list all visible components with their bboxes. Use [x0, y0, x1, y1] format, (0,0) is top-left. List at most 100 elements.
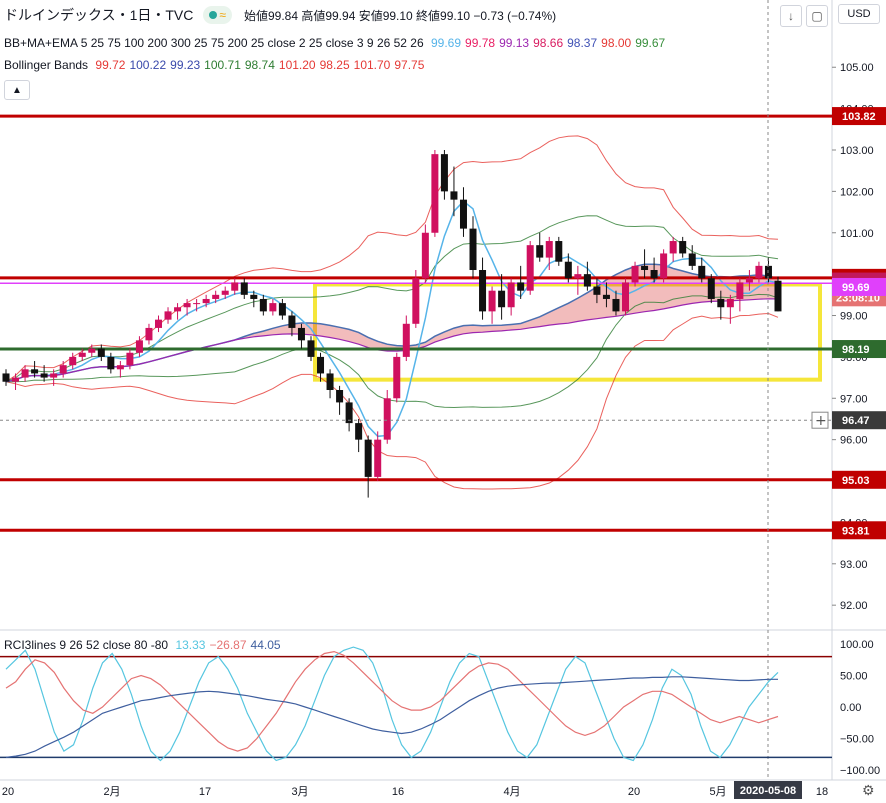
candle-body	[412, 278, 420, 324]
candle-body	[555, 241, 563, 262]
candle-body	[154, 319, 162, 328]
rci-tick-label: 0.00	[840, 702, 861, 714]
ma-legend[interactable]: BB+MA+EMA 5 25 75 100 200 300 25 75 200 …	[4, 36, 673, 50]
collapse-legend-icon[interactable]: ▲	[4, 80, 30, 100]
legend-value: 99.23	[170, 58, 201, 72]
candle-body	[431, 154, 439, 233]
rci-legend-label: RCI3lines 9 26 52 close 80 -80	[4, 638, 169, 652]
candle-body	[641, 265, 649, 270]
currency-label[interactable]: USD	[838, 4, 880, 24]
price-tick-label: 92.00	[840, 600, 868, 612]
candle-body	[336, 390, 344, 403]
candle-body	[259, 298, 267, 312]
legend-value: 99.72	[95, 58, 126, 72]
candle-body	[631, 265, 639, 283]
legend-value: 101.20	[278, 58, 316, 72]
time-tick-label: 20	[628, 786, 640, 798]
time-tick-label: 2月	[103, 786, 120, 798]
candle-body	[250, 294, 258, 299]
candle-body	[545, 241, 553, 258]
candle-body	[317, 356, 325, 374]
price-tick-label: 103.00	[840, 145, 874, 157]
legend-value: 13.33	[175, 638, 206, 652]
candle-body	[755, 265, 763, 279]
ichimoku-cloud	[6, 264, 778, 382]
price-tick-label: 96.00	[840, 435, 868, 447]
candle-body	[602, 294, 610, 299]
time-tick-label: 4月	[503, 786, 520, 798]
candle-body	[326, 373, 334, 390]
candle-body	[450, 191, 458, 200]
rci-tick-label: −50.00	[840, 734, 874, 746]
candle-body	[297, 327, 305, 341]
candle-body	[50, 373, 58, 378]
candle-body	[574, 274, 582, 279]
price-tick-label: 102.00	[840, 186, 874, 198]
candle-body	[135, 340, 143, 353]
candle-body	[479, 270, 487, 312]
legend-value: 98.37	[567, 36, 598, 50]
legend-value: 100.71	[204, 58, 241, 72]
candle-body	[679, 241, 687, 254]
candle-body	[78, 352, 86, 357]
candle-body	[402, 323, 410, 357]
legend-value: 101.70	[353, 58, 391, 72]
candle-body	[12, 377, 20, 382]
candle-body	[364, 439, 372, 477]
candle-body	[736, 282, 744, 299]
price-tag-label: 96.47	[842, 415, 870, 427]
candle-body	[69, 356, 77, 366]
candle-body	[202, 298, 210, 304]
candle-body	[650, 270, 658, 279]
fullscreen-icon[interactable]: ▢	[806, 5, 828, 27]
candle-body	[59, 365, 67, 374]
candle-body	[440, 154, 448, 192]
candle-body	[231, 282, 239, 291]
legend-value: 98.66	[533, 36, 564, 50]
rci-tick-label: 50.00	[840, 671, 868, 683]
candle-body	[459, 199, 467, 229]
ma-legend-values: 99.69 99.78 99.13 98.66 98.37 98.00 99.67	[431, 36, 669, 50]
candle-body	[593, 286, 601, 295]
time-tick-label: 17	[199, 786, 211, 798]
ma-legend-label: BB+MA+EMA 5 25 75 100 200 300 25 75 200 …	[4, 36, 424, 50]
market-open-icon	[209, 11, 218, 19]
add-alert-icon: +	[815, 413, 827, 429]
candle-body	[183, 303, 191, 308]
legend-value: 99.67	[635, 36, 666, 50]
settings-gear-icon[interactable]: ⚙	[862, 782, 875, 799]
legend-value: 99.69	[431, 36, 462, 50]
candle-body	[698, 265, 706, 279]
level-price-label: 103.82	[842, 111, 876, 123]
download-icon[interactable]: ↓	[780, 5, 802, 27]
candle-body	[745, 278, 753, 283]
rci-legend[interactable]: RCI3lines 9 26 52 close 80 -80 13.33 −26.…	[4, 638, 289, 652]
candle-body	[564, 261, 572, 279]
price-tick-label: 99.00	[840, 311, 868, 323]
price-tick-label: 105.00	[840, 62, 874, 74]
candle-body	[126, 352, 134, 366]
legend-value: 97.75	[394, 58, 425, 72]
price-tick-label: 97.00	[840, 393, 868, 405]
bb-legend[interactable]: Bollinger Bands 99.72 100.22 99.23 100.71 98…	[4, 58, 432, 72]
legend-value: 99.13	[499, 36, 530, 50]
time-tick-label: 20	[2, 786, 14, 798]
rci-legend-values: 13.33 −26.87 44.05	[175, 638, 284, 652]
level-price-label: 93.81	[842, 525, 870, 537]
price-tick-label: 101.00	[840, 228, 874, 240]
chart-canvas[interactable]: 105.00104.00103.00102.00101.00100.0099.0…	[0, 0, 886, 803]
candle-body	[498, 290, 506, 308]
delay-wave-icon: ≈	[219, 8, 226, 22]
time-tick-label: 5月	[709, 786, 726, 798]
legend-value: 100.22	[129, 58, 167, 72]
bollinger-lower-2sd	[5, 312, 779, 490]
candle-body	[116, 365, 124, 370]
symbol-title[interactable]: ドルインデックス・1日・TVC	[4, 5, 193, 25]
ma5-line	[5, 200, 779, 438]
candle-body	[374, 439, 382, 477]
candle-body	[726, 298, 734, 308]
legend-value: −26.87	[209, 638, 247, 652]
candle-body	[688, 253, 696, 266]
candle-body	[174, 307, 182, 312]
candle-body	[40, 373, 48, 378]
